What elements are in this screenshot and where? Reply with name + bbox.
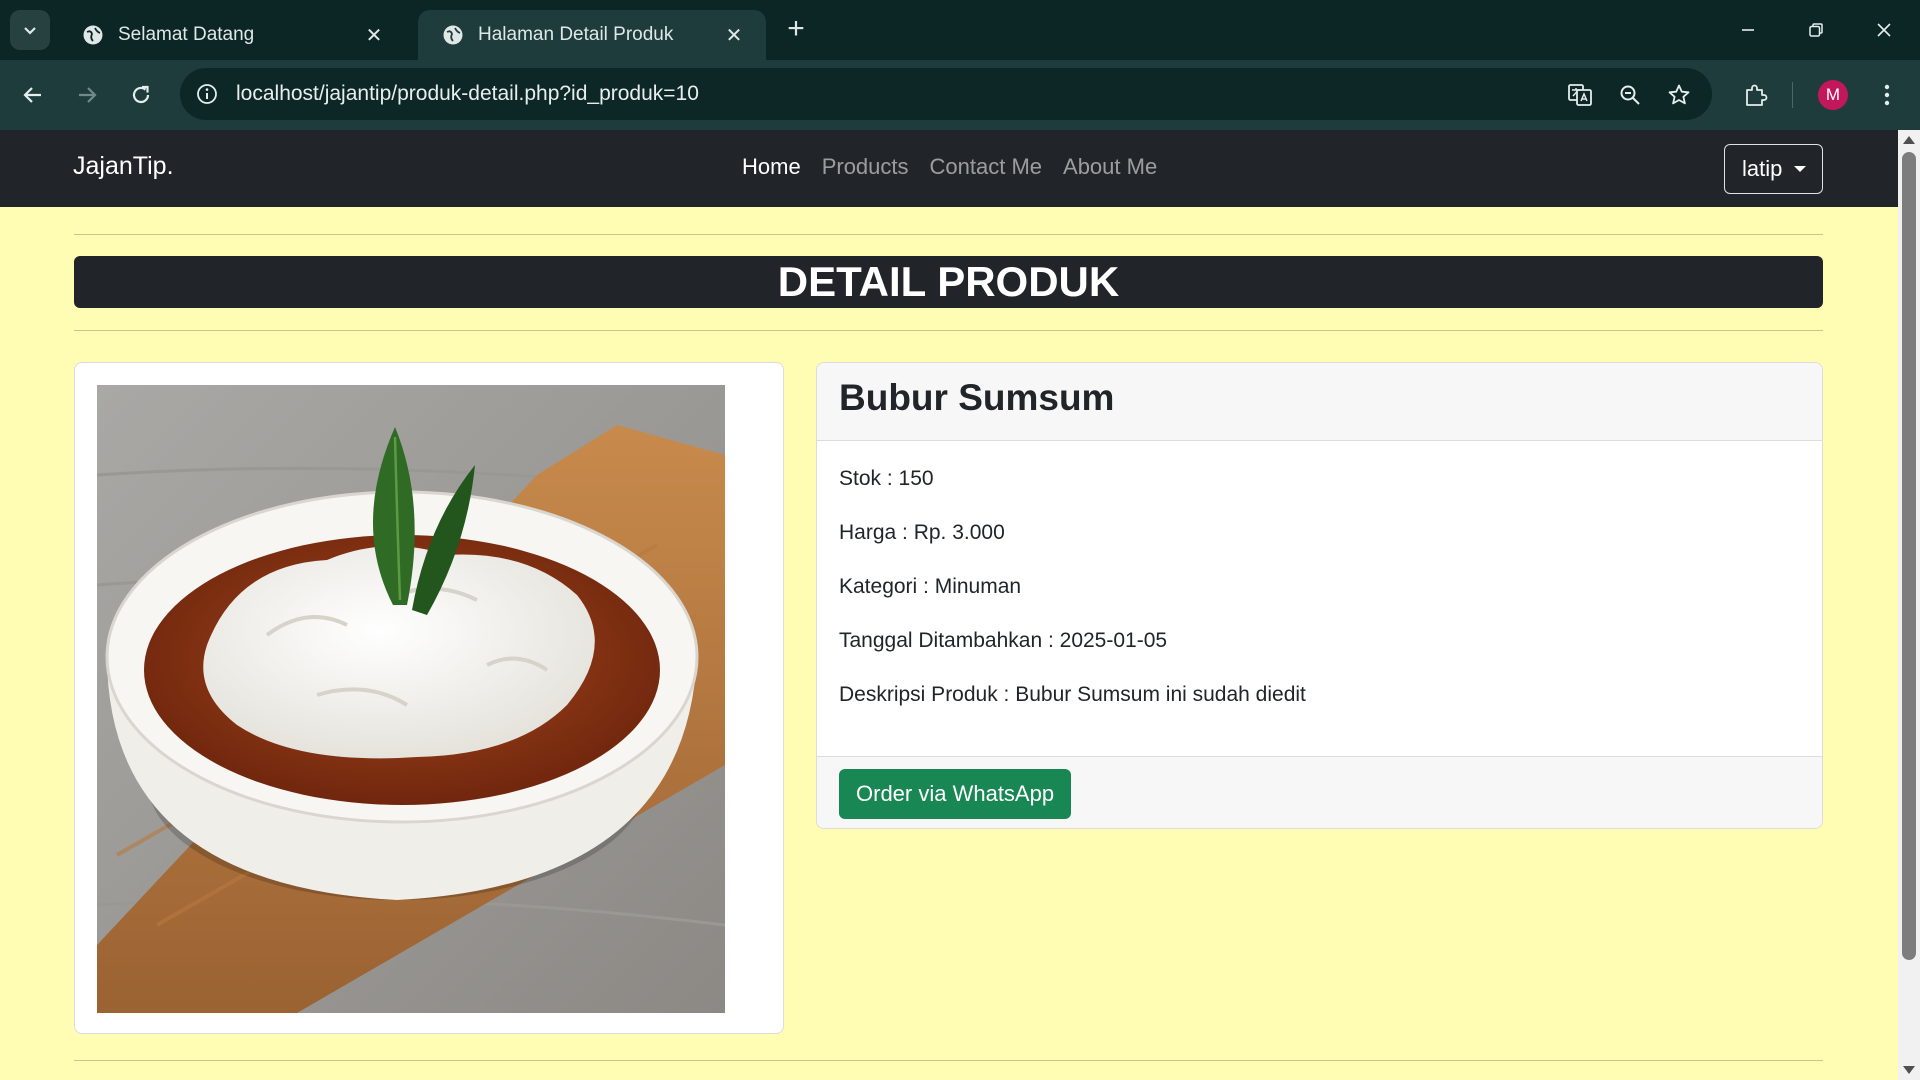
tab-search-button[interactable] [10, 10, 50, 50]
user-name: latip [1742, 156, 1783, 181]
minimize-button[interactable] [1718, 8, 1778, 52]
profile-avatar[interactable]: M [1818, 80, 1848, 110]
product-description: Deskripsi Produk : Bubur Sumsum ini suda… [839, 683, 1306, 706]
restore-icon [1809, 23, 1823, 37]
scrollbar-thumb[interactable] [1902, 152, 1916, 960]
product-stock: Stok : 150 [839, 467, 934, 490]
puzzle-icon [1746, 84, 1768, 106]
nav-link-home[interactable]: Home [742, 154, 801, 180]
browser-tab-strip: Selamat Datang ✕ Halaman Detail Produk ✕… [0, 0, 1920, 60]
translate-glyph-icon [1568, 84, 1592, 106]
new-tab-button[interactable]: + [780, 14, 812, 46]
site-navbar: JajanTip. Home Products Contact Me About… [0, 130, 1898, 207]
scroll-up-arrow-icon[interactable] [1903, 136, 1915, 144]
back-arrow-icon [23, 87, 41, 103]
extensions-button[interactable] [1734, 74, 1776, 116]
user-dropdown[interactable]: latip [1724, 144, 1823, 194]
product-image-card [74, 362, 784, 1034]
browser-toolbar: localhost/jajantip/produk-detail.php?id_… [0, 60, 1920, 130]
page-viewport: JajanTip. Home Products Contact Me About… [0, 130, 1898, 1080]
product-info-header: Bubur Sumsum [817, 363, 1822, 441]
star-icon [1668, 84, 1690, 105]
site-info-icon[interactable] [194, 81, 220, 107]
caret-down-icon [1794, 166, 1807, 172]
reload-icon [132, 85, 150, 104]
divider [74, 234, 1823, 235]
tab-halaman-detail-produk[interactable]: Halaman Detail Produk ✕ [418, 10, 766, 60]
url-text: localhost/jajantip/produk-detail.php?id_… [236, 82, 699, 105]
globe-icon [83, 25, 103, 45]
product-category: Kategori : Minuman [839, 575, 1022, 598]
browser-menu-button[interactable] [1872, 80, 1902, 110]
product-photo [97, 385, 725, 1013]
reload-button[interactable] [120, 74, 162, 116]
tab-selamat-datang[interactable]: Selamat Datang ✕ [58, 10, 406, 60]
product-price: Harga : Rp. 3.000 [839, 521, 1005, 544]
forward-arrow-icon [79, 87, 97, 103]
product-info-card: Bubur Sumsum Stok : 150 Harga : Rp. 3.00… [816, 362, 1823, 829]
nav-link-products[interactable]: Products [822, 154, 909, 180]
product-info-footer: Order via WhatsApp [817, 756, 1822, 828]
product-date-added: Tanggal Ditambahkan : 2025-01-05 [839, 629, 1168, 652]
divider [74, 330, 1823, 331]
close-icon [1877, 23, 1891, 37]
product-name: Bubur Sumsum [839, 377, 1115, 418]
nav-links: Home Products Contact Me About Me [742, 154, 1157, 180]
zoom-icon[interactable] [1616, 81, 1644, 109]
chevron-down-icon [24, 27, 36, 35]
page-scrollbar[interactable] [1898, 130, 1920, 1080]
divider [74, 1060, 1823, 1061]
bubur-sumsum-image [97, 385, 725, 1013]
nav-link-contact-me[interactable]: Contact Me [930, 154, 1043, 180]
page-title: DETAIL PRODUK [74, 256, 1823, 308]
globe-icon [443, 25, 463, 45]
magnifier-icon [1620, 85, 1640, 105]
tab-title: Selamat Datang [118, 24, 255, 45]
tab-title: Halaman Detail Produk [478, 24, 674, 45]
close-window-button[interactable] [1854, 8, 1914, 52]
back-button[interactable] [12, 74, 54, 116]
nav-link-about-me[interactable]: About Me [1063, 154, 1157, 180]
product-info-body: Stok : 150 Harga : Rp. 3.000 Kategori : … [817, 441, 1822, 755]
order-whatsapp-button[interactable]: Order via WhatsApp [839, 769, 1072, 819]
forward-button[interactable] [66, 74, 108, 116]
site-brand[interactable]: JajanTip. [73, 152, 174, 181]
minimize-icon [1742, 29, 1754, 31]
more-vertical-icon [1884, 84, 1890, 106]
toolbar-separator [1792, 82, 1793, 108]
scroll-down-arrow-icon[interactable] [1903, 1066, 1915, 1074]
restore-button[interactable] [1786, 8, 1846, 52]
close-tab-icon[interactable]: ✕ [722, 23, 746, 47]
close-tab-icon[interactable]: ✕ [362, 23, 386, 47]
address-bar[interactable]: localhost/jajantip/produk-detail.php?id_… [180, 68, 1712, 120]
translate-icon[interactable] [1566, 81, 1594, 109]
bookmark-star-icon[interactable] [1665, 81, 1693, 109]
profile-initial: M [1825, 85, 1841, 104]
